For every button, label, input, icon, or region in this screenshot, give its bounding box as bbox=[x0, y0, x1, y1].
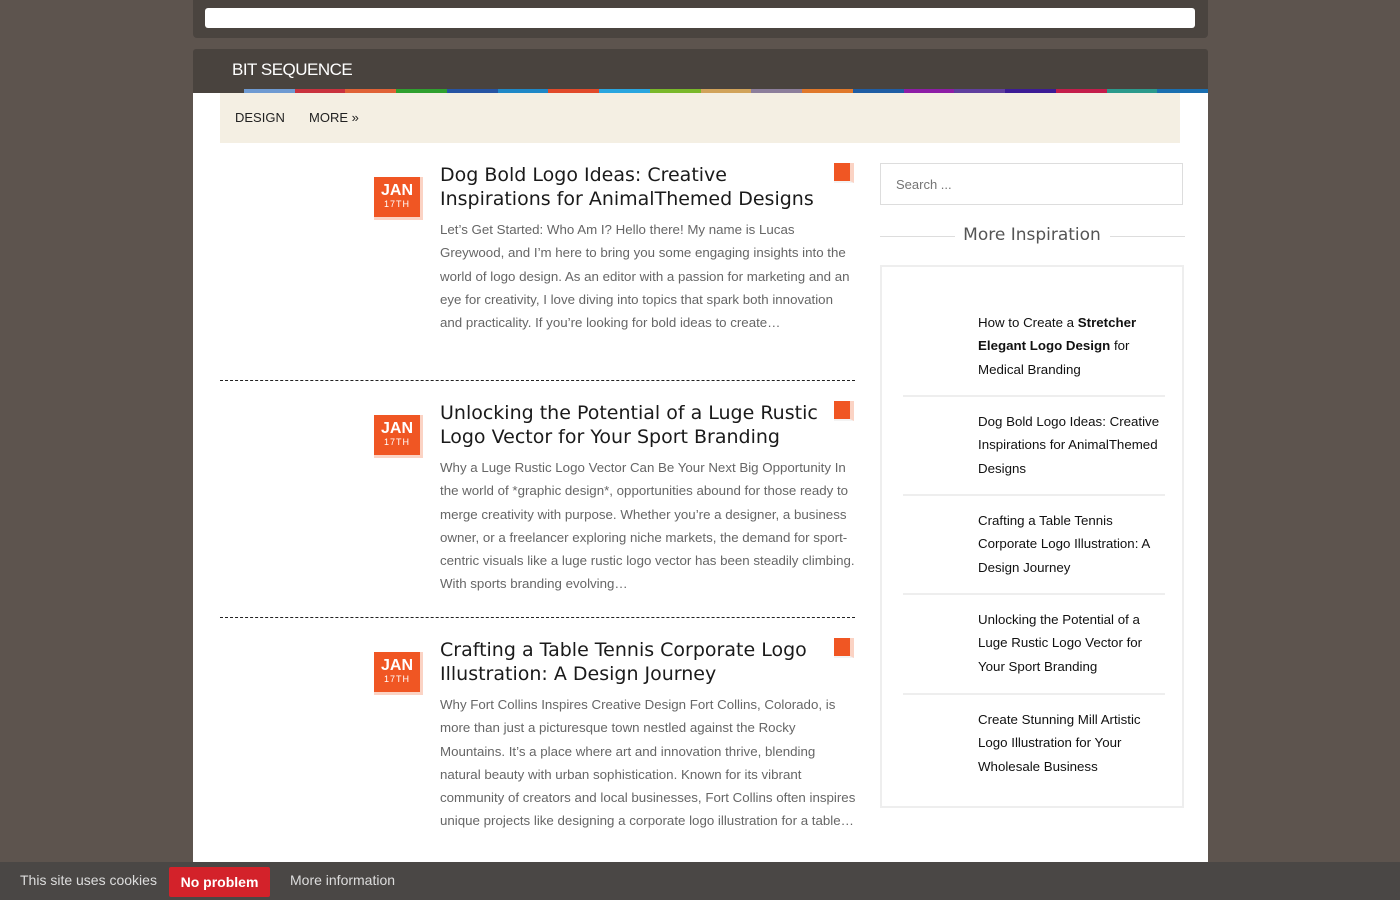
sidebar-separator bbox=[903, 494, 1165, 496]
sidebar-post-link[interactable]: How to Create a Stretcher Elegant Logo D… bbox=[903, 311, 1165, 381]
sidebar-post-link[interactable]: Unlocking the Potential of a Luge Rustic… bbox=[903, 608, 1165, 678]
more-inspiration-widget: How to Create a Stretcher Elegant Logo D… bbox=[880, 265, 1184, 808]
main-content: DESIGN MORE » JAN 17TH Dog Bold Logo Ide… bbox=[193, 93, 1208, 900]
sidebar-separator bbox=[903, 593, 1165, 595]
post-divider bbox=[220, 380, 855, 381]
sidebar-post-link[interactable]: Crafting a Table Tennis Corporate Logo I… bbox=[903, 509, 1165, 579]
sidebar-post-link[interactable]: Dog Bold Logo Ideas: Creative Inspiratio… bbox=[903, 410, 1165, 480]
date-badge: JAN 17TH bbox=[374, 177, 423, 220]
date-day: 17TH bbox=[383, 437, 410, 447]
nav-item-design[interactable]: DESIGN bbox=[235, 110, 285, 125]
date-badge: JAN 17TH bbox=[374, 415, 423, 458]
sidebar-search-input[interactable] bbox=[880, 163, 1183, 205]
date-day: 17TH bbox=[383, 199, 410, 209]
top-search-strip[interactable] bbox=[205, 8, 1195, 28]
post-excerpt: Why a Luge Rustic Logo Vector Can Be You… bbox=[440, 460, 855, 592]
sidebar-separator bbox=[903, 693, 1165, 695]
date-month: JAN bbox=[380, 420, 413, 437]
rss-icon[interactable] bbox=[834, 401, 854, 421]
sidebar-separator bbox=[903, 395, 1165, 397]
sidebar-post-prefix: How to Create a bbox=[978, 315, 1078, 330]
rss-icon[interactable] bbox=[834, 638, 854, 658]
date-month: JAN bbox=[380, 657, 413, 674]
widget-title: More Inspiration bbox=[963, 225, 1101, 245]
cookie-bar: This site uses cookies No problem More i… bbox=[0, 862, 1400, 900]
cookie-text: This site uses cookies bbox=[20, 872, 157, 888]
rss-icon[interactable] bbox=[834, 163, 854, 183]
post-divider bbox=[220, 617, 855, 618]
site-header: BIT SEQUENCE bbox=[193, 49, 1208, 89]
date-day: 17TH bbox=[383, 674, 410, 684]
sidebar-post-link[interactable]: Create Stunning Mill Artistic Logo Illus… bbox=[903, 708, 1165, 778]
top-bar bbox=[193, 0, 1208, 38]
cookie-accept-button[interactable]: No problem bbox=[169, 867, 270, 897]
date-month: JAN bbox=[380, 182, 413, 199]
cookie-more-info-link[interactable]: More information bbox=[290, 872, 395, 888]
post-title[interactable]: Dog Bold Logo Ideas: Creative Inspiratio… bbox=[440, 163, 835, 211]
post-excerpt: Why Fort Collins Inspires Creative Desig… bbox=[440, 697, 856, 829]
date-badge: JAN 17TH bbox=[374, 652, 423, 695]
post-title[interactable]: Unlocking the Potential of a Luge Rustic… bbox=[440, 401, 835, 449]
post-excerpt: Let’s Get Started: Who Am I? Hello there… bbox=[440, 222, 850, 331]
nav-item-more[interactable]: MORE » bbox=[309, 110, 359, 125]
main-nav: DESIGN MORE » bbox=[220, 93, 1180, 143]
post-title[interactable]: Crafting a Table Tennis Corporate Logo I… bbox=[440, 638, 835, 686]
site-logo[interactable]: BIT SEQUENCE bbox=[232, 60, 353, 80]
